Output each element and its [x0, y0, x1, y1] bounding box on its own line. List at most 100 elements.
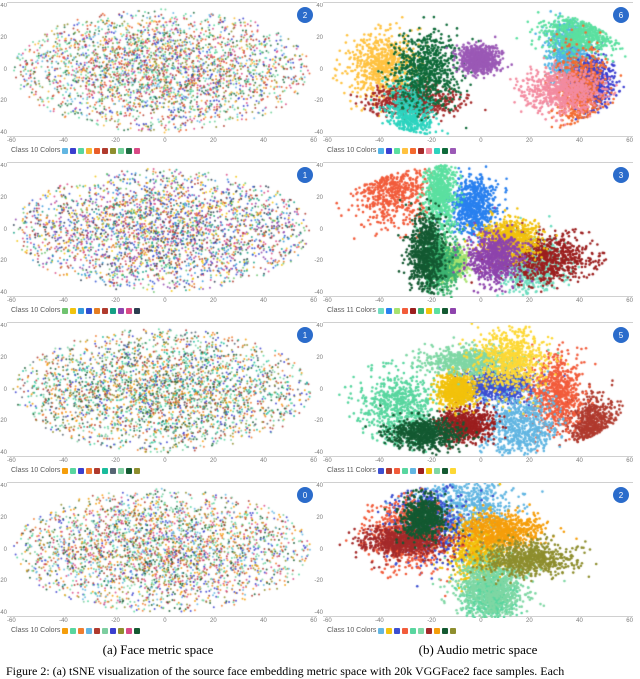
tsne-canvas: [7, 483, 317, 618]
legend-swatch: [62, 308, 68, 314]
legend-swatch: [126, 628, 132, 634]
legend-swatch: [402, 468, 408, 474]
legend-swatch: [70, 628, 76, 634]
legend-swatch: [418, 628, 424, 634]
legend-swatch: [434, 308, 440, 314]
legend-label: Class 10 Colors: [11, 147, 60, 154]
tsne-plot: 2-60-40-20020406040200-20-40: [323, 482, 633, 617]
panel-row: 0-60-40-20020406040200-20-40 Class 10 Col…: [0, 482, 640, 638]
legend-swatch: [434, 628, 440, 634]
panel-row: 1-60-40-20020406040200-20-40Class 10 Col…: [0, 162, 640, 318]
class-legend: Class 11 Colors: [327, 307, 633, 314]
legend-swatch: [62, 628, 68, 634]
legend-swatch: [78, 468, 84, 474]
legend-swatch: [102, 468, 108, 474]
panel-badge[interactable]: 2: [297, 7, 313, 23]
tsne-canvas: [323, 163, 633, 298]
legend-swatch: [378, 148, 384, 154]
legend-swatch: [110, 148, 116, 154]
legend-swatch: [386, 468, 392, 474]
legend-swatch: [402, 148, 408, 154]
panel-badge[interactable]: 0: [297, 487, 313, 503]
legend-swatch: [78, 628, 84, 634]
legend-swatch: [86, 308, 92, 314]
legend-swatch: [102, 628, 108, 634]
legend-swatch: [434, 468, 440, 474]
legend-label: Class 11 Colors: [327, 467, 376, 474]
panel-row: 2-60-40-20020406040200-20-40Class 10 Col…: [0, 2, 640, 158]
panel-grid: 2-60-40-20020406040200-20-40Class 10 Col…: [0, 0, 640, 640]
legend-swatch: [110, 468, 116, 474]
legend-swatch: [134, 148, 140, 154]
legend-swatch: [418, 468, 424, 474]
legend-swatch: [442, 308, 448, 314]
tsne-canvas: [323, 483, 633, 618]
legend-swatch: [450, 468, 456, 474]
legend-swatch: [126, 468, 132, 474]
y-axis-ticks: 40200-20-40: [313, 323, 323, 456]
legend-swatch: [134, 308, 140, 314]
legend-swatch: [426, 308, 432, 314]
legend-swatch: [118, 148, 124, 154]
legend-swatch: [450, 148, 456, 154]
legend-swatch: [110, 308, 116, 314]
legend-swatch: [78, 148, 84, 154]
legend-swatch: [426, 148, 432, 154]
panel-badge[interactable]: 3: [613, 167, 629, 183]
class-legend: Class 10 Colors: [11, 147, 317, 154]
panel-badge[interactable]: 1: [297, 327, 313, 343]
x-axis-ticks: -60-40-200204060: [323, 138, 633, 144]
y-axis-ticks: 40200-20-40: [0, 483, 7, 616]
x-axis-ticks: -60-40-200204060: [323, 298, 633, 304]
legend-swatch: [102, 308, 108, 314]
class-legend: Class 10 Colors: [11, 467, 317, 474]
x-axis-ticks: -60-40-200204060: [7, 138, 317, 144]
y-axis-ticks: 40200-20-40: [0, 3, 7, 136]
legend-swatch: [62, 148, 68, 154]
tsne-canvas: [7, 163, 317, 298]
tsne-plot: 0-60-40-20020406040200-20-40: [7, 482, 317, 617]
legend-swatch: [70, 148, 76, 154]
legend-swatch: [426, 628, 432, 634]
legend-swatch: [434, 148, 440, 154]
legend-swatch: [118, 628, 124, 634]
legend-swatch: [394, 468, 400, 474]
y-axis-ticks: 40200-20-40: [0, 323, 7, 456]
tsne-canvas: [323, 323, 633, 458]
legend-swatch: [418, 148, 424, 154]
legend-swatch: [386, 148, 392, 154]
legend-swatch: [70, 468, 76, 474]
legend-swatch: [442, 468, 448, 474]
legend-swatch: [134, 468, 140, 474]
legend-label: Class 11 Colors: [327, 307, 376, 314]
y-axis-ticks: 40200-20-40: [313, 3, 323, 136]
class-legend: Class 10 Colors: [11, 307, 317, 314]
legend-swatch: [394, 308, 400, 314]
legend-label: Class 10 Colors: [11, 627, 60, 634]
panel-badge[interactable]: 5: [613, 327, 629, 343]
x-axis-ticks: -60-40-200204060: [7, 298, 317, 304]
panel-a-row2: 1-60-40-20020406040200-20-40Class 10 Col…: [7, 322, 317, 478]
legend-swatch: [86, 148, 92, 154]
panel-badge[interactable]: 2: [613, 487, 629, 503]
legend-swatch: [402, 308, 408, 314]
x-axis-ticks: -60-40-200204060: [7, 458, 317, 464]
panel-a-row0: 2-60-40-20020406040200-20-40Class 10 Col…: [7, 2, 317, 158]
legend-swatch: [450, 628, 456, 634]
panel-b-row2: 5-60-40-20020406040200-20-40Class 11 Col…: [323, 322, 633, 478]
panel-badge[interactable]: 1: [297, 167, 313, 183]
legend-swatch: [70, 308, 76, 314]
class-legend: Class 10 Colors: [11, 627, 317, 634]
legend-swatch: [126, 308, 132, 314]
legend-swatch: [442, 628, 448, 634]
panel-row: 1-60-40-20020406040200-20-40Class 10 Col…: [0, 322, 640, 478]
panel-badge[interactable]: 6: [613, 7, 629, 23]
legend-swatch: [378, 468, 384, 474]
class-legend: Class 10 Colors: [327, 147, 633, 154]
legend-swatch: [118, 308, 124, 314]
legend-swatch: [126, 148, 132, 154]
legend-label: Class 10 Colors: [11, 467, 60, 474]
legend-swatch: [118, 468, 124, 474]
legend-swatch: [402, 628, 408, 634]
legend-swatch: [418, 308, 424, 314]
